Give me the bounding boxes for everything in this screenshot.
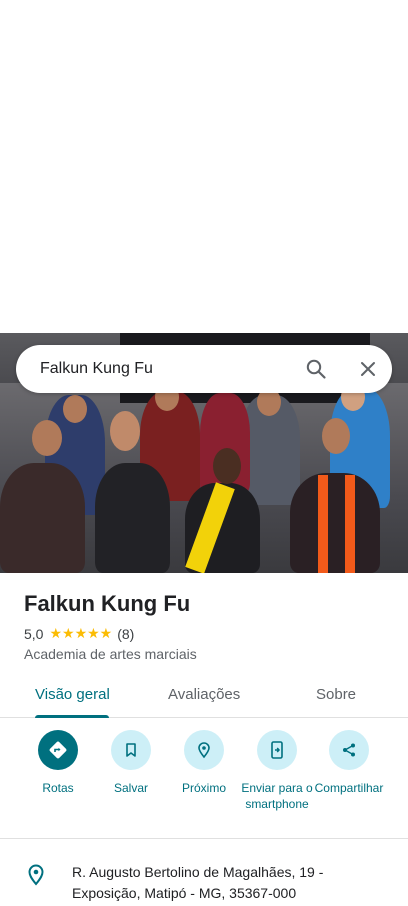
rating-stars-icon: ★★★★★ (49, 625, 113, 641)
close-icon[interactable] (356, 357, 380, 381)
directions-icon[interactable] (38, 730, 78, 770)
tab-about[interactable]: Sobre (316, 686, 356, 703)
share-icon[interactable] (329, 730, 369, 770)
nearby-button[interactable]: Próximo (164, 730, 244, 796)
nearby-icon[interactable] (184, 730, 224, 770)
map-blank-area (0, 0, 408, 333)
action-buttons: Rotas Salvar Próximo Enviar para o smart… (0, 730, 408, 838)
send-to-phone-label: Enviar para o smartphone (241, 781, 313, 811)
active-tab-indicator (35, 715, 109, 718)
location-pin-icon (26, 864, 46, 886)
review-count[interactable]: (8) (117, 626, 134, 642)
save-label: Salvar (113, 781, 148, 795)
search-bar[interactable]: Falkun Kung Fu (16, 345, 392, 393)
search-input[interactable]: Falkun Kung Fu (40, 360, 392, 378)
save-button[interactable]: Salvar (91, 730, 171, 796)
nearby-label: Próximo (181, 781, 226, 795)
send-to-phone-button[interactable]: Enviar para o smartphone (237, 730, 317, 812)
search-icon[interactable] (304, 357, 328, 381)
tab-overview[interactable]: Visão geral (35, 686, 110, 703)
tab-reviews[interactable]: Avaliações (168, 686, 240, 703)
address-text: R. Augusto Bertolino de Magalhães, 19 - … (72, 864, 324, 901)
rating-row[interactable]: 5,0 ★★★★★ (8) (24, 625, 134, 642)
share-button[interactable]: Compartilhar (309, 730, 389, 796)
directions-label: Rotas (42, 781, 74, 795)
rating-value: 5,0 (24, 625, 44, 642)
send-to-phone-icon[interactable] (257, 730, 297, 770)
directions-button[interactable]: Rotas (18, 730, 98, 796)
section-divider (0, 838, 408, 839)
place-title: Falkun Kung Fu (24, 591, 191, 616)
place-category: Academia de artes marciais (24, 646, 197, 662)
bookmark-icon[interactable] (111, 730, 151, 770)
tab-bar: Visão geral Avaliações Sobre (0, 676, 408, 718)
share-label: Compartilhar (314, 781, 384, 795)
